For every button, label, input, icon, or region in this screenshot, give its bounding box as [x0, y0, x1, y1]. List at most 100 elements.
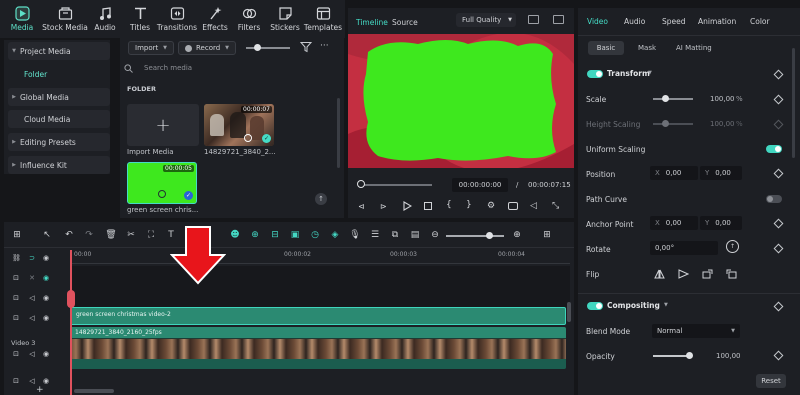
tool-audio[interactable]: Audio — [88, 4, 122, 36]
sidebar-item-project-media[interactable]: ▼ Project Media — [8, 42, 110, 60]
sidebar-item-folder[interactable]: Folder — [8, 65, 110, 83]
sidebar-item-influence-kit[interactable]: ▶ Influence Kit — [8, 156, 110, 174]
height-scaling-value[interactable]: 100,00 — [710, 120, 735, 128]
ai-copy-icon[interactable]: ⊟ — [268, 228, 282, 242]
snapshot-icon[interactable] — [553, 15, 564, 24]
track-lock-icon[interactable]: ⊡ — [12, 377, 20, 385]
play-icon[interactable] — [402, 201, 412, 211]
inspector-scrollbar[interactable] — [792, 48, 795, 158]
ai-shield-icon[interactable]: ◈ — [328, 228, 342, 242]
slider-handle[interactable] — [662, 95, 669, 102]
track-lock-icon[interactable]: ⊡ — [12, 274, 20, 282]
flip-vertical-icon[interactable] — [678, 269, 689, 279]
reset-button[interactable]: Reset — [756, 374, 786, 388]
ai-face-icon[interactable]: ☻ — [228, 228, 242, 242]
search-input[interactable]: Search media — [144, 64, 192, 72]
step-back-icon[interactable]: ⊲ — [358, 202, 367, 211]
playhead-handle[interactable] — [67, 290, 75, 308]
tool-effects[interactable]: Effects — [198, 4, 232, 36]
quality-dropdown[interactable]: Full Quality ▼ — [456, 13, 516, 27]
position-y-field[interactable]: Y 0,00 — [700, 166, 742, 180]
microphone-icon[interactable]: 🎙 — [348, 228, 362, 242]
tab-color[interactable]: Color — [750, 17, 770, 26]
delete-icon[interactable]: 🗑 — [104, 228, 118, 242]
track-lock-icon[interactable]: ⊡ — [12, 314, 20, 322]
tab-speed[interactable]: Speed — [662, 17, 686, 26]
undo-icon[interactable]: ↶ — [62, 228, 76, 242]
scrub-bar[interactable] — [358, 184, 432, 186]
volume-icon[interactable]: ◁ — [530, 201, 537, 211]
stop-icon[interactable] — [424, 202, 432, 210]
sidebar-item-global-media[interactable]: ▶ Global Media — [8, 88, 110, 106]
anchor-y-field[interactable]: Y 0,00 — [700, 216, 742, 230]
sidebar-item-editing-presets[interactable]: ▶ Editing Presets — [8, 133, 110, 151]
track-lane[interactable] — [70, 266, 570, 288]
rotate-dial-icon[interactable]: ↑ — [726, 240, 739, 253]
grid-view-icon[interactable]: ⊞ — [540, 228, 554, 242]
height-scaling-slider[interactable] — [653, 123, 693, 125]
image-icon[interactable]: ▤ — [408, 228, 422, 242]
rotate-right-icon[interactable] — [726, 269, 737, 279]
eye-icon[interactable]: ◉ — [42, 254, 50, 262]
media-clip-thumbnail[interactable]: 00:00:07 ✓ — [204, 104, 274, 146]
search-bar[interactable]: Search media — [124, 59, 334, 77]
settings-gear-icon[interactable]: ⚙ — [487, 201, 495, 211]
anchor-x-field[interactable]: X 0,00 — [650, 216, 698, 230]
track-lock-icon[interactable]: ⊡ — [12, 350, 20, 358]
track-audio-icon[interactable]: ◁ — [28, 294, 36, 302]
tool-templates[interactable]: Templates — [302, 4, 344, 36]
preview-canvas[interactable] — [348, 34, 574, 168]
transform-toggle[interactable] — [587, 70, 603, 78]
magnet-icon[interactable]: ⊃ — [28, 254, 36, 262]
media-clip-thumbnail-selected[interactable]: 00:00:05 ✓ — [127, 162, 197, 204]
thumbnail-size-slider[interactable] — [246, 44, 290, 52]
slider-handle[interactable] — [486, 232, 493, 239]
link-icon[interactable]: ⛓ — [12, 254, 21, 262]
keyframe-diamond-icon[interactable] — [773, 69, 784, 80]
chevron-down-icon[interactable]: ▼ — [664, 302, 668, 308]
track-lock-icon[interactable]: ⊡ — [12, 294, 20, 302]
scale-slider[interactable] — [653, 98, 693, 100]
position-x-field[interactable]: X 0,00 — [650, 166, 698, 180]
filter-icon[interactable] — [300, 41, 312, 53]
select-tool-icon[interactable]: ↖ — [40, 228, 54, 242]
tool-stickers[interactable]: Stickers — [266, 4, 304, 36]
slider-handle[interactable] — [686, 352, 693, 359]
split-icon[interactable]: ✂ — [124, 228, 138, 242]
timeline-ruler[interactable] — [70, 250, 570, 264]
grid-layout-icon[interactable]: ⊞ — [10, 228, 24, 242]
sidebar-item-cloud-media[interactable]: Cloud Media — [8, 110, 110, 128]
subtab-basic[interactable]: Basic — [588, 41, 624, 55]
ai-speed-icon[interactable]: ◷ — [308, 228, 322, 242]
camera-icon[interactable] — [508, 202, 518, 210]
tool-titles[interactable]: Titles — [122, 4, 158, 36]
zoom-in-icon[interactable]: ⊕ — [510, 228, 524, 242]
scrub-handle[interactable] — [357, 180, 365, 188]
tab-timeline[interactable]: Timeline — [356, 18, 388, 27]
import-dropdown[interactable]: Import ▼ — [128, 41, 174, 55]
slider-handle[interactable] — [662, 120, 669, 127]
scroll-up-button[interactable]: ↑ — [315, 193, 327, 205]
track-audio-icon[interactable]: ◁ — [28, 350, 36, 358]
opacity-value[interactable]: 100,00 — [716, 352, 741, 360]
audio-mixer-icon[interactable]: ☰ — [368, 228, 382, 242]
crop-icon[interactable]: ⛶ — [144, 228, 158, 242]
tab-source[interactable]: Source — [392, 18, 418, 27]
fullscreen-icon[interactable]: ⤡ — [552, 201, 559, 211]
blend-mode-dropdown[interactable]: Normal ▼ — [652, 324, 740, 338]
tool-transitions[interactable]: Transitions — [156, 4, 198, 36]
import-media-tile[interactable]: + — [127, 104, 199, 146]
timeline-clip-green-screen[interactable]: green screen christmas video-2 — [70, 307, 566, 325]
rotate-left-icon[interactable] — [702, 269, 713, 279]
slider-handle[interactable] — [254, 44, 261, 51]
scale-value[interactable]: 100,00 — [710, 95, 735, 103]
grid-icon[interactable] — [528, 15, 539, 24]
track-audio-icon[interactable]: ◁ — [28, 377, 36, 385]
zoom-out-icon[interactable]: ⊖ — [428, 228, 442, 242]
media-scrollbar[interactable] — [337, 98, 340, 168]
rotate-field[interactable]: 0,00° — [650, 241, 718, 255]
redo-icon[interactable]: ↷ — [82, 228, 96, 242]
flip-horizontal-icon[interactable] — [654, 269, 665, 279]
mark-out-icon[interactable]: } — [466, 200, 472, 210]
ai-clip-icon[interactable]: ⊕ — [248, 228, 262, 242]
